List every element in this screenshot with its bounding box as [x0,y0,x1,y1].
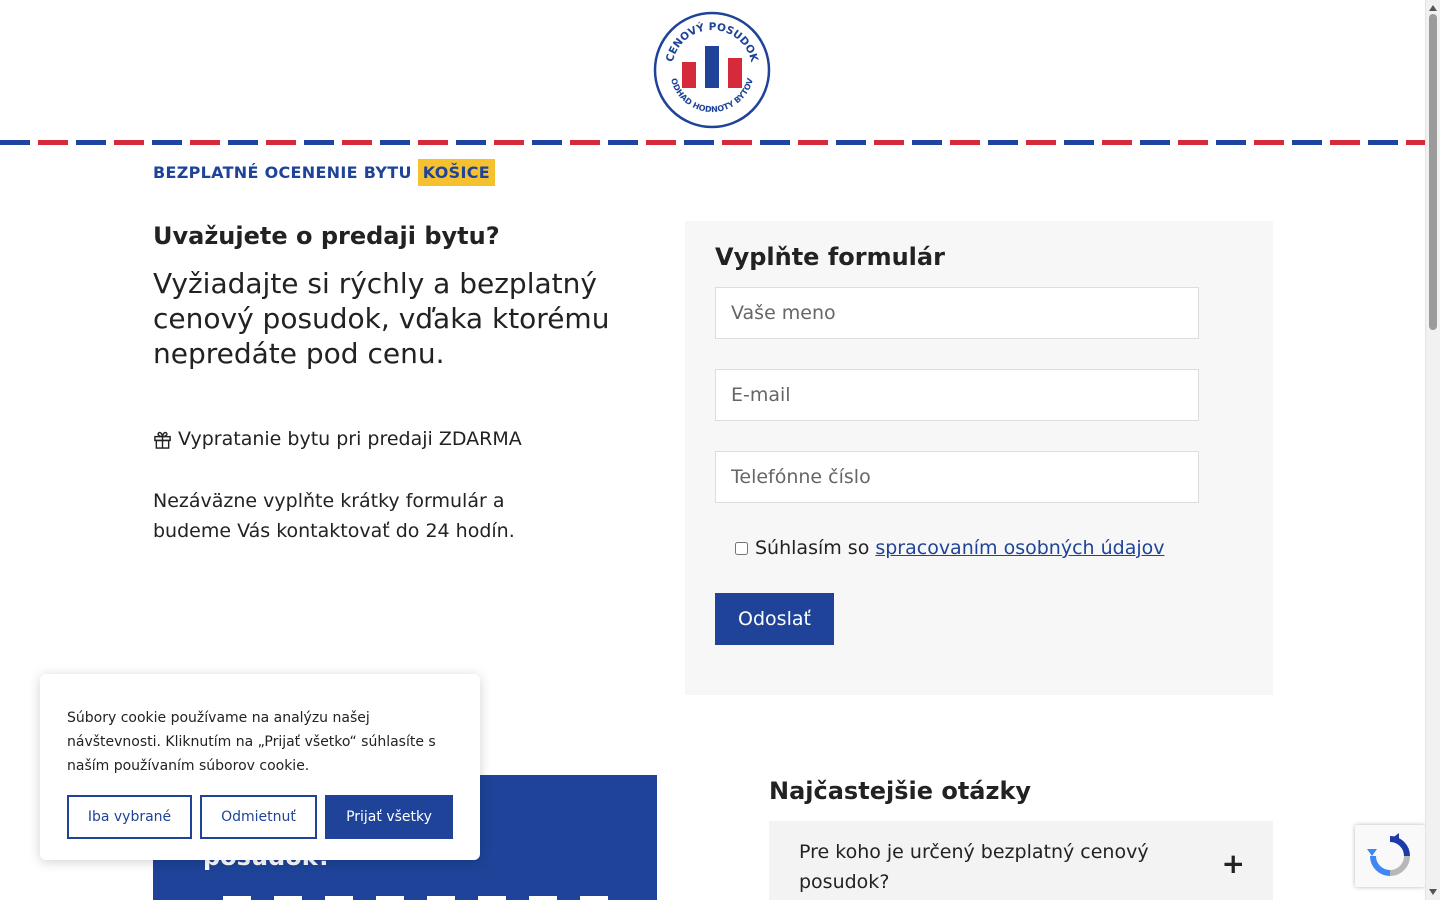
cookie-banner: Súbory cookie používame na analýzu našej… [40,674,480,860]
faq-title: Najčastejšie otázky [769,777,1032,805]
form-title: Vyplňte formulár [715,243,945,271]
tagline-label: BEZPLATNÉ OCENENIE BYTU [153,163,412,182]
scroll-up-arrow-icon[interactable] [1429,5,1437,11]
phone-input[interactable] [715,451,1199,503]
email-input[interactable] [715,369,1199,421]
consent-row: Súhlasím so spracovaním osobných údajov [735,537,1164,559]
site-logo[interactable]: CENOVÝ POSUDOK ODHAD HODNOTY BYTOV [652,10,772,130]
scroll-down-arrow-icon[interactable] [1429,889,1437,895]
contact-form: Vyplňte formulár Súhlasím so spracovaním… [685,221,1273,695]
faq-question: Pre koho je určený bezplatný cenový posu… [799,841,1149,893]
header-stripe [0,140,1425,145]
faq-item[interactable]: Pre koho je určený bezplatný cenový posu… [769,821,1273,900]
gift-icon [154,431,171,449]
consent-checkbox[interactable] [735,541,748,555]
recaptcha-icon [1367,833,1410,876]
name-input[interactable] [715,287,1199,339]
consent-text: Súhlasím so [755,537,870,559]
hero-question: Uvažujete o predaji bytu? [153,222,500,250]
submit-button[interactable]: Odoslať [715,593,834,645]
logo-bar [728,58,742,88]
expand-icon[interactable]: + [1222,849,1245,879]
cookie-accept-button[interactable]: Prijať všetky [325,795,453,839]
tagline: BEZPLATNÉ OCENENIE BYTU KOŠICE [153,158,495,187]
site-header: CENOVÝ POSUDOK ODHAD HODNOTY BYTOV [0,0,1425,146]
hero-lead: Vyžiadajte si rýchly a bezplatný cenový … [153,267,610,370]
hero-note: Nezáväzne vyplňte krátky formulár a bude… [153,490,515,542]
logo-bar [705,46,719,88]
city-badge: KOŠICE [417,159,495,186]
cookie-reject-button[interactable]: Odmietnuť [200,795,317,839]
scroll-thumb[interactable] [1429,14,1437,330]
gift-text: Vypratanie bytu pri predaji ZDARMA [178,428,522,450]
privacy-link[interactable]: spracovaním osobných údajov [875,537,1164,559]
info-box-dashes [223,896,613,900]
recaptcha-badge[interactable] [1355,825,1425,887]
logo-bar [682,62,696,88]
gift-row: Vypratanie bytu pri predaji ZDARMA [153,428,522,450]
cookie-selected-button[interactable]: Iba vybrané [67,795,192,839]
cookie-message: Súbory cookie používame na analýzu našej… [67,710,436,774]
page-scrollbar[interactable] [1425,0,1440,900]
